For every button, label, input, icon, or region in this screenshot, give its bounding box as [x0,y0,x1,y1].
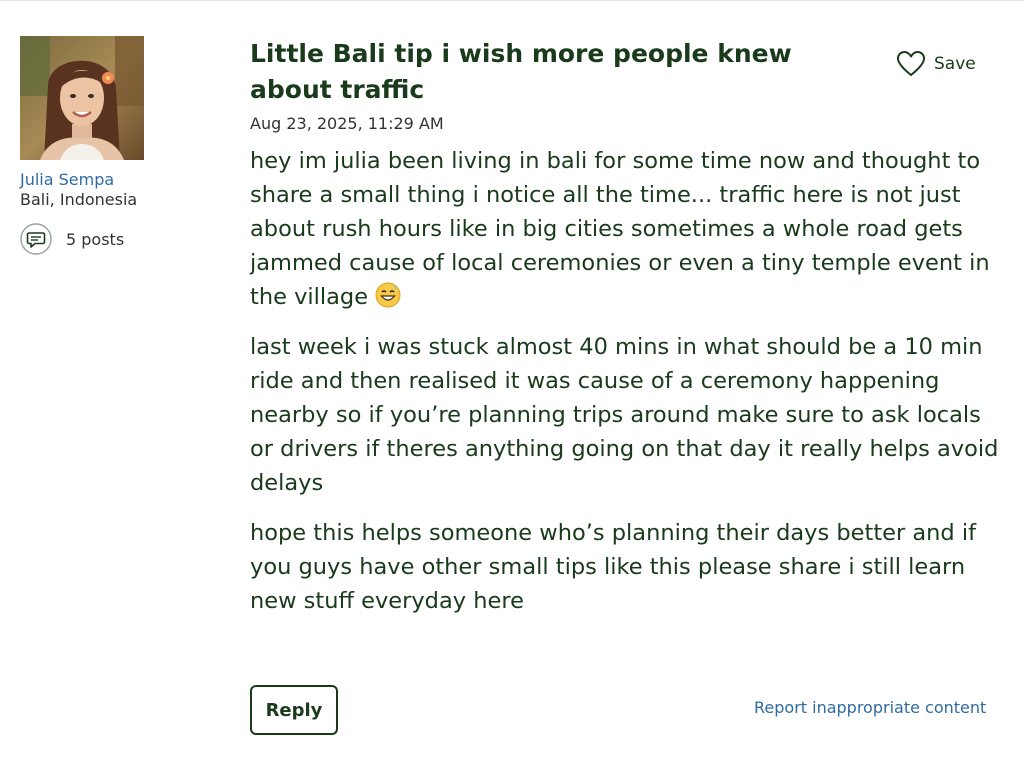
forum-post-page: Julia Sempa Bali, Indonesia 5 posts Litt… [0,0,1024,781]
author-panel: Julia Sempa Bali, Indonesia 5 posts [20,36,190,256]
posts-count-label: 5 posts [66,229,125,249]
post-paragraph: hey im julia been living in bali for som… [250,144,1010,314]
report-inappropriate-content-link[interactable]: Report inappropriate content [754,698,986,718]
post-content: Little Bali tip i wish more people knew … [250,36,1010,634]
reply-button[interactable]: Reply [250,685,338,735]
heart-icon [896,50,926,78]
author-post-count[interactable]: 5 posts [20,222,190,256]
avatar-photo-icon [20,36,144,160]
post-date: Aug 23, 2025, 11:29 AM [250,114,444,133]
post-paragraph: last week i was stuck almost 40 mins in … [250,334,999,496]
author-location: Bali, Indonesia [20,190,138,209]
post-paragraph: hope this helps someone who’s planning t… [250,520,977,614]
avatar[interactable] [20,36,144,160]
speech-bubble-icon [20,223,52,255]
post-title: Little Bali tip i wish more people knew … [250,39,792,104]
grinning-sweat-emoji-icon [375,282,401,308]
save-button[interactable]: Save [896,50,976,78]
save-label: Save [934,54,976,74]
post-body: hey im julia been living in bali for som… [250,144,1010,618]
top-divider [0,0,1024,1]
author-name-link[interactable]: Julia Sempa [20,170,190,190]
post-paragraph-text: hey im julia been living in bali for som… [250,148,990,310]
